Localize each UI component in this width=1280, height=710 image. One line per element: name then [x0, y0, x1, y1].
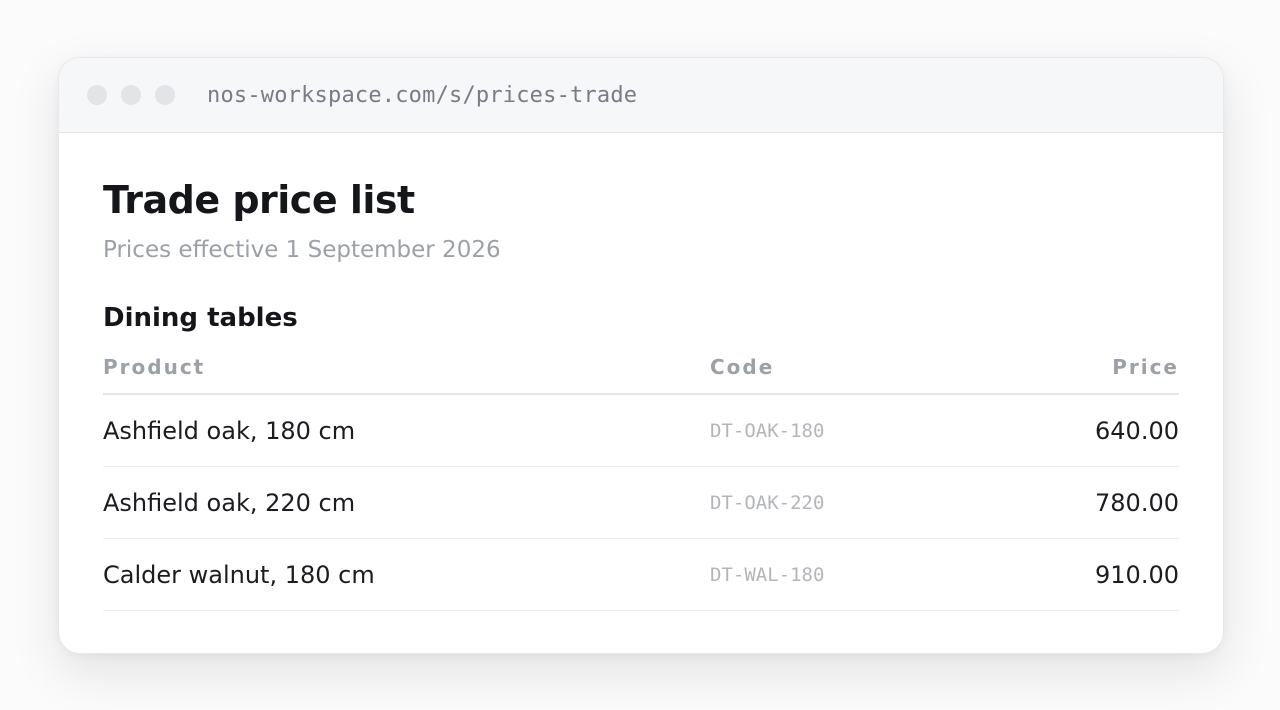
page-subtitle: Prices effective 1 September 2026	[103, 237, 501, 263]
product-code: DT-WAL-180	[710, 564, 825, 586]
section-title: Dining tables	[103, 303, 298, 333]
page-title: Trade price list	[103, 178, 415, 222]
product-price: 780.00	[1095, 489, 1179, 517]
window-maximize-dot[interactable]	[155, 85, 175, 105]
table-row: Ashfield oak, 220 cm DT-OAK-220 780.00	[103, 467, 1179, 539]
browser-toolbar: nos-workspace.com/s/prices-trade	[59, 58, 1223, 133]
product-name: Calder walnut, 180 cm	[103, 561, 375, 589]
column-header-price: Price	[1112, 355, 1179, 379]
column-header-product: Product	[103, 355, 206, 379]
product-code: DT-OAK-180	[710, 420, 825, 442]
address-bar[interactable]: nos-workspace.com/s/prices-trade	[207, 83, 637, 108]
product-price: 910.00	[1095, 561, 1179, 589]
product-name: Ashfield oak, 180 cm	[103, 417, 356, 445]
window-close-dot[interactable]	[87, 85, 107, 105]
table-row: Ashfield oak, 180 cm DT-OAK-180 640.00	[103, 395, 1179, 467]
browser-window: nos-workspace.com/s/prices-trade Trade p…	[58, 57, 1224, 654]
table-row: Calder walnut, 180 cm DT-WAL-180 910.00	[103, 539, 1179, 611]
product-price: 640.00	[1095, 417, 1179, 445]
price-table: Product Code Price Ashfield oak, 180 cm …	[103, 347, 1179, 611]
product-code: DT-OAK-220	[710, 492, 825, 514]
column-header-code: Code	[710, 355, 775, 379]
table-header: Product Code Price	[103, 347, 1179, 395]
window-minimize-dot[interactable]	[121, 85, 141, 105]
product-name: Ashfield oak, 220 cm	[103, 489, 356, 517]
